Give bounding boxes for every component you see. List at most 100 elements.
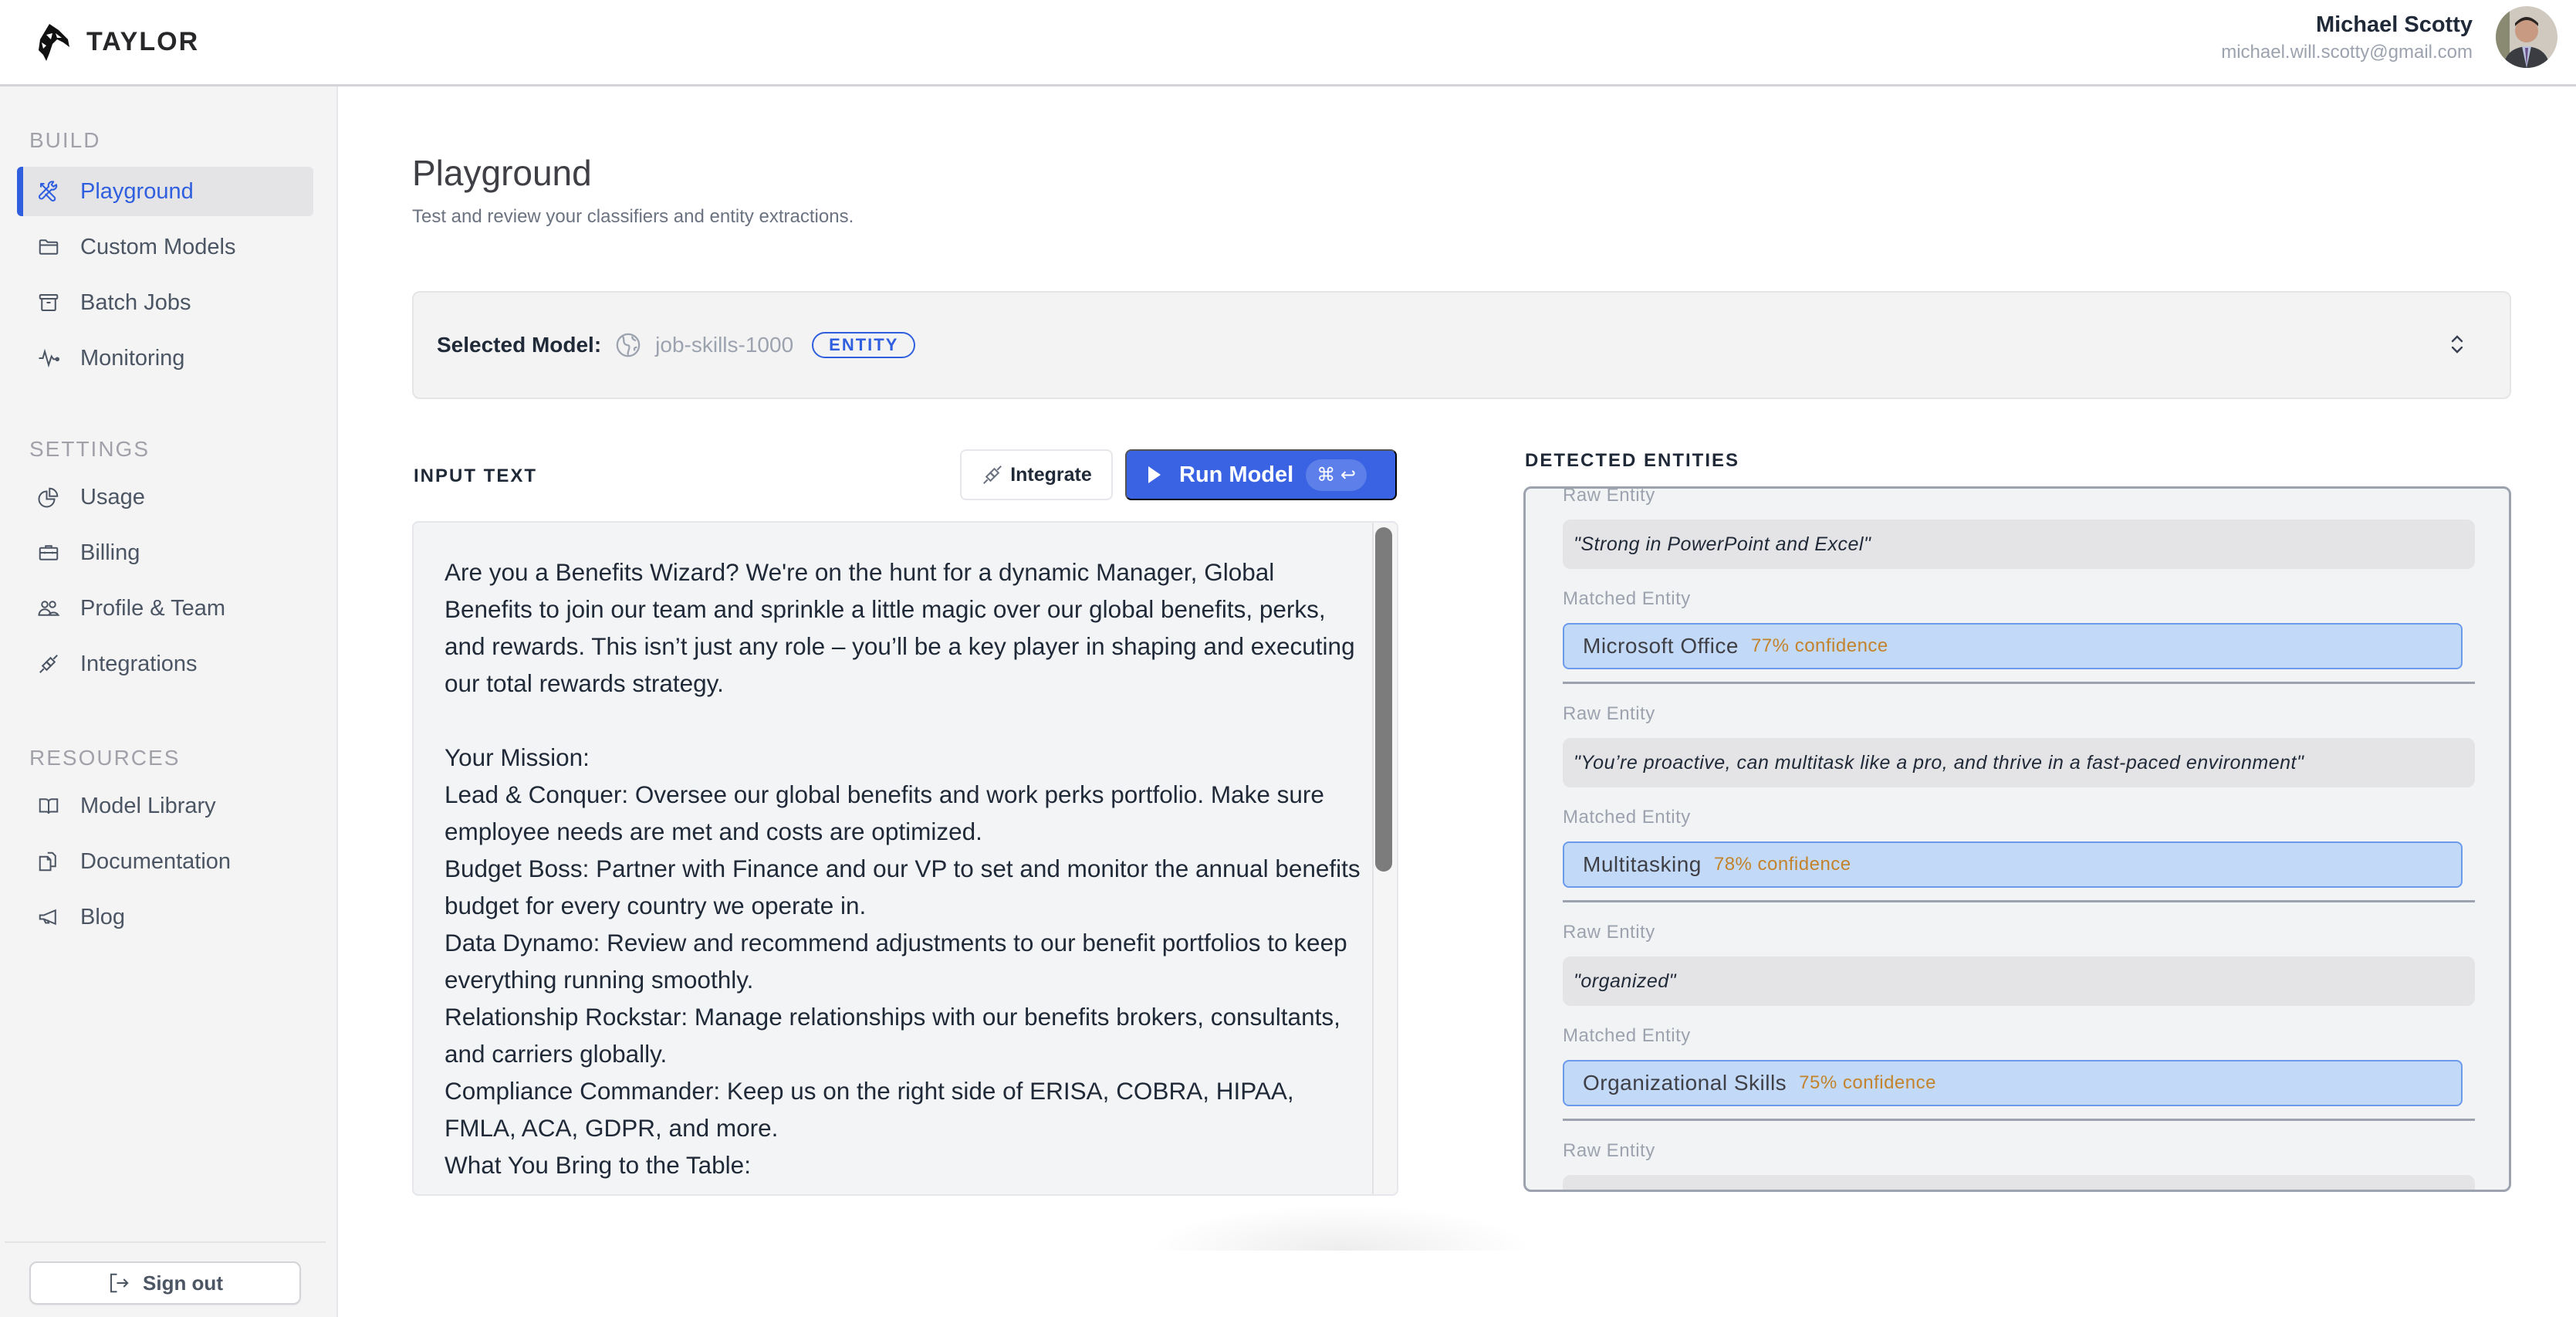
- detected-entities-panel[interactable]: Raw Entity "Strong in PowerPoint and Exc…: [1523, 486, 2511, 1192]
- sidebar-item-profile-team[interactable]: Profile & Team: [17, 584, 313, 633]
- sidebar-item-batch-jobs[interactable]: Batch Jobs: [17, 278, 313, 327]
- briefcase-icon: [39, 545, 59, 560]
- sidebar-item-label: Batch Jobs: [80, 289, 191, 315]
- matched-entity-name: Microsoft Office: [1583, 634, 1739, 658]
- sidebar-divider: [5, 1241, 326, 1243]
- matched-entity-label: Matched Entity: [1563, 588, 1691, 609]
- matched-entity-chip[interactable]: Microsoft Office 77% confidence: [1563, 623, 2463, 669]
- sidebar-item-label: Blog: [80, 904, 126, 929]
- sign-out-label: Sign out: [143, 1271, 223, 1295]
- entity-divider: [1563, 900, 2475, 902]
- brand[interactable]: TAYLOR: [0, 0, 338, 86]
- sidebar-item-usage[interactable]: Usage: [17, 472, 313, 522]
- sidebar: TAYLOR BUILD Playground Custom Models Ba…: [0, 0, 338, 1317]
- sidebar-item-label: Documentation: [80, 848, 232, 874]
- sidebar-item-label: Usage: [80, 484, 145, 510]
- scrollbar-thumb[interactable]: [1375, 527, 1392, 872]
- plug-icon: [983, 466, 1002, 484]
- run-model-button[interactable]: Run Model ⌘ ↩: [1125, 449, 1397, 500]
- matched-entity-chip[interactable]: Organizational Skills 75% confidence: [1563, 1060, 2463, 1106]
- input-text-heading: INPUT TEXT: [414, 466, 538, 486]
- sidebar-item-label: Integrations: [80, 651, 198, 676]
- confidence-score: 77% confidence: [1750, 635, 1888, 656]
- globe-icon: [616, 333, 641, 357]
- model-selector-label: Selected Model:: [437, 333, 602, 357]
- entity-item: Raw Entity "organized" Matched Entity Or…: [1563, 919, 2475, 1121]
- sidebar-item-integrations[interactable]: Integrations: [17, 639, 313, 689]
- entity-item: Raw Entity "Experience in tech or pharma…: [1563, 1138, 2475, 1190]
- orca-logo-icon: [39, 23, 69, 61]
- nav-heading: SETTINGS: [29, 437, 150, 461]
- model-type-badge: ENTITY: [812, 332, 916, 358]
- brand-name: TAYLOR: [86, 27, 200, 56]
- chevron-up-down-icon: [2451, 335, 2463, 354]
- raw-entity-value: "organized": [1563, 956, 2475, 1006]
- nav-heading: BUILD: [29, 128, 101, 152]
- raw-entity-value: "You’re proactive, can multitask like a …: [1563, 738, 2475, 787]
- documents-icon: [39, 851, 56, 872]
- archive-box-icon: [39, 294, 59, 311]
- sidebar-item-label: Custom Models: [80, 234, 236, 259]
- input-textarea[interactable]: Are you a Benefits Wizard? We're on the …: [412, 521, 1398, 1196]
- model-selector[interactable]: Selected Model: job-skills-1000 ENTITY: [412, 291, 2511, 399]
- page-title: Playground: [412, 153, 592, 193]
- entity-item: Raw Entity "Strong in PowerPoint and Exc…: [1563, 486, 2475, 684]
- megaphone-icon: [39, 909, 56, 926]
- matched-entity-label: Matched Entity: [1563, 1025, 1691, 1046]
- integrate-label: Integrate: [1010, 463, 1092, 486]
- user-menu[interactable]: Michael Scotty michael.will.scotty@gmail…: [2221, 6, 2557, 68]
- sidebar-item-custom-models[interactable]: Custom Models: [17, 222, 313, 272]
- sidebar-item-label: Profile & Team: [80, 595, 226, 621]
- matched-entity-chip[interactable]: Multitasking 78% confidence: [1563, 841, 2463, 888]
- avatar-image: [2496, 6, 2557, 68]
- sidebar-item-playground[interactable]: Playground: [17, 167, 313, 216]
- nav-section-settings: SETTINGS Usage Billing Profile & Team In…: [0, 432, 338, 689]
- nav-heading: RESOURCES: [29, 746, 181, 770]
- input-text-content[interactable]: Are you a Benefits Wizard? We're on the …: [445, 554, 1364, 1183]
- raw-entity-label: Raw Entity: [1563, 922, 1655, 943]
- pie-chart-icon: [38, 487, 59, 508]
- sign-out-button[interactable]: Sign out: [29, 1261, 301, 1305]
- sign-out-icon: [110, 1273, 129, 1293]
- bottom-shadow: [1148, 1204, 1534, 1251]
- raw-entity-value: "Experience in tech or pharmaceuticals i…: [1563, 1175, 2475, 1190]
- detected-entities-heading: DETECTED ENTITIES: [1525, 450, 1740, 471]
- top-bar: Michael Scotty michael.will.scotty@gmail…: [338, 0, 2576, 86]
- sidebar-item-label: Model Library: [80, 793, 216, 818]
- nav-section-resources: RESOURCES Model Library Documentation Bl…: [0, 741, 338, 942]
- folder-icon: [39, 239, 59, 255]
- matched-entity-name: Organizational Skills: [1583, 1071, 1787, 1095]
- integrate-button[interactable]: Integrate: [960, 449, 1113, 500]
- avatar[interactable]: [2496, 6, 2557, 68]
- entity-divider: [1563, 682, 2475, 684]
- book-icon: [39, 798, 59, 814]
- play-icon: [1148, 466, 1161, 483]
- nav-section-build: BUILD Playground Custom Models Batch Job…: [0, 124, 338, 383]
- input-scrollbar[interactable]: [1372, 523, 1397, 1194]
- model-name: job-skills-1000: [655, 333, 794, 357]
- matched-entity-name: Multitasking: [1583, 852, 1702, 876]
- pulse-icon: [39, 348, 60, 368]
- sidebar-item-label: Monitoring: [80, 345, 185, 371]
- user-email: michael.will.scotty@gmail.com: [2221, 42, 2473, 63]
- main-content: Playground Test and review your classifi…: [338, 89, 2576, 1317]
- sidebar-item-model-library[interactable]: Model Library: [17, 781, 313, 831]
- raw-entity-label: Raw Entity: [1563, 703, 1655, 724]
- plug-icon: [39, 655, 58, 673]
- tools-icon: [38, 181, 58, 202]
- sidebar-item-label: Billing: [80, 540, 140, 565]
- users-icon: [38, 601, 60, 616]
- page-subtitle: Test and review your classifiers and ent…: [412, 206, 854, 227]
- sidebar-item-documentation[interactable]: Documentation: [17, 837, 313, 886]
- keyboard-shortcut: ⌘ ↩: [1306, 459, 1367, 491]
- raw-entity-label: Raw Entity: [1563, 1140, 1655, 1161]
- sidebar-item-blog[interactable]: Blog: [17, 892, 313, 942]
- sidebar-item-monitoring[interactable]: Monitoring: [17, 333, 313, 383]
- entity-divider: [1563, 1119, 2475, 1121]
- raw-entity-label: Raw Entity: [1563, 486, 1655, 506]
- entity-item: Raw Entity "You’re proactive, can multit…: [1563, 701, 2475, 902]
- confidence-score: 75% confidence: [1799, 1072, 1936, 1093]
- sidebar-item-billing[interactable]: Billing: [17, 528, 313, 577]
- raw-entity-value: "Strong in PowerPoint and Excel": [1563, 520, 2475, 569]
- confidence-score: 78% confidence: [1713, 854, 1851, 875]
